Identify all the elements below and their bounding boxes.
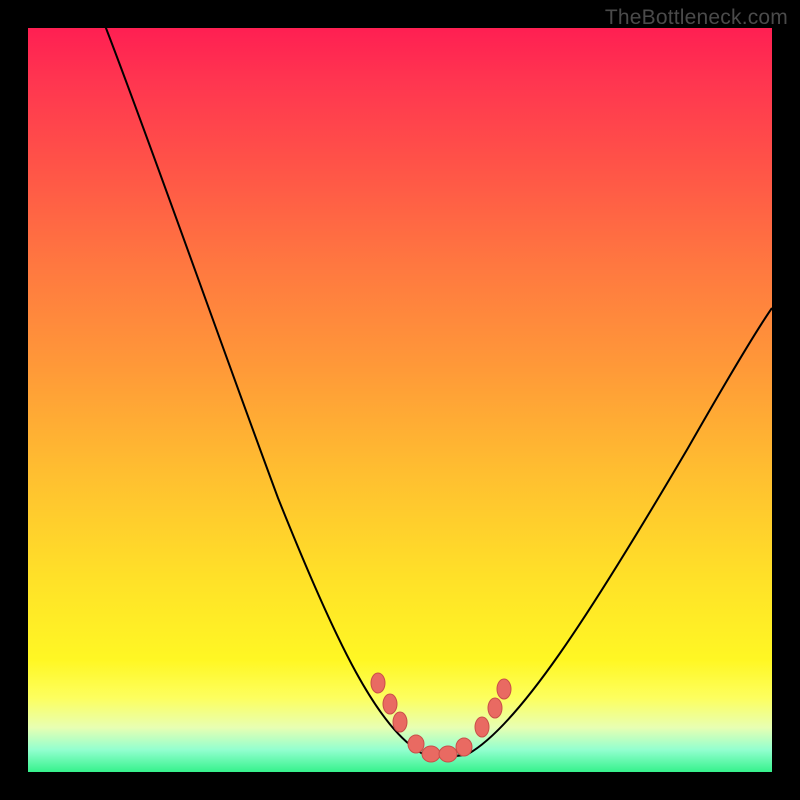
watermark-text: TheBottleneck.com [605, 6, 788, 30]
marker-dot [456, 738, 472, 756]
chart-frame: TheBottleneck.com [0, 0, 800, 800]
bottleneck-curve [28, 28, 772, 772]
marker-dot [439, 746, 457, 762]
chart-plot-area [28, 28, 772, 772]
marker-dot [383, 694, 397, 714]
marker-dot [408, 735, 424, 753]
marker-dot [475, 717, 489, 737]
marker-dot [422, 746, 440, 762]
marker-dot [371, 673, 385, 693]
marker-dot [497, 679, 511, 699]
marker-dot [393, 712, 407, 732]
marker-dot [488, 698, 502, 718]
curve-path [28, 28, 772, 756]
